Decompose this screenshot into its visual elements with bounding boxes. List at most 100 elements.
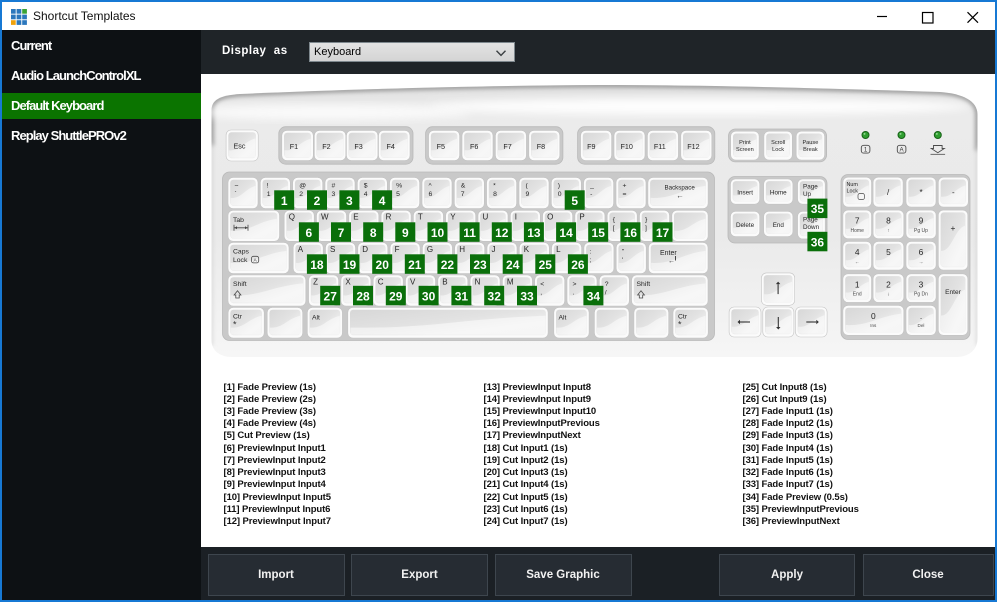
svg-text:): ): [558, 182, 560, 189]
svg-text:Pg Up: Pg Up: [914, 227, 928, 233]
svg-text:`: `: [235, 190, 237, 197]
svg-text:Pg Dn: Pg Dn: [914, 291, 928, 297]
svg-text:*: *: [233, 319, 237, 329]
svg-text:M: M: [507, 277, 514, 286]
svg-text:←: ←: [676, 191, 684, 200]
svg-text:O: O: [547, 212, 553, 221]
svg-text:4: 4: [364, 190, 368, 197]
svg-text:~: ~: [235, 182, 239, 189]
svg-text:Home: Home: [851, 227, 865, 233]
svg-text:Up: Up: [803, 191, 812, 198]
svg-text:↓: ↓: [887, 291, 890, 297]
svg-text:F5: F5: [437, 142, 445, 151]
svg-text:P: P: [579, 212, 584, 221]
svg-text:2: 2: [886, 279, 891, 289]
svg-text:1: 1: [864, 146, 868, 153]
svg-text:32: 32: [488, 289, 502, 303]
svg-text:Lock: Lock: [847, 188, 859, 194]
svg-text:←: ←: [668, 258, 675, 265]
svg-text:11: 11: [463, 225, 476, 239]
svg-text:S: S: [330, 244, 335, 253]
svg-text:@: @: [299, 182, 306, 189]
svg-text:>: >: [573, 281, 577, 288]
svg-text:2: 2: [299, 190, 303, 197]
svg-text:8: 8: [886, 215, 891, 225]
svg-text:28: 28: [356, 289, 370, 303]
svg-text:-: -: [590, 190, 592, 197]
svg-text:F: F: [395, 244, 400, 253]
svg-text:Down: Down: [803, 224, 820, 231]
svg-text:]: ]: [645, 224, 647, 231]
svg-text:&: &: [461, 182, 466, 189]
svg-text:15: 15: [592, 225, 606, 239]
svg-text:,: ,: [540, 289, 542, 296]
svg-text:Enter: Enter: [945, 288, 962, 295]
svg-text:Y: Y: [450, 212, 456, 221]
svg-text:[: [: [613, 224, 615, 231]
svg-text:F10: F10: [621, 142, 633, 151]
svg-text:*: *: [678, 319, 682, 329]
svg-text:<: <: [540, 281, 544, 288]
svg-text:Pause: Pause: [802, 140, 818, 146]
svg-text:Alt: Alt: [559, 314, 567, 321]
svg-text:*: *: [919, 188, 922, 197]
svg-text:Tab: Tab: [233, 216, 244, 223]
svg-text:L: L: [556, 244, 561, 253]
svg-text:V: V: [410, 277, 416, 286]
svg-text:Break: Break: [803, 147, 818, 153]
svg-text:F8: F8: [537, 142, 545, 151]
svg-text:Esc: Esc: [234, 141, 246, 150]
svg-text:End: End: [773, 221, 785, 228]
svg-text:C: C: [378, 277, 384, 286]
svg-text:0: 0: [558, 190, 562, 197]
svg-text:↑: ↑: [887, 227, 890, 233]
svg-text:13: 13: [527, 225, 541, 239]
svg-text:24: 24: [506, 257, 520, 271]
svg-text:3: 3: [919, 279, 924, 289]
svg-text:6: 6: [429, 190, 433, 197]
svg-text:1: 1: [855, 279, 860, 289]
svg-text:23: 23: [473, 257, 487, 271]
svg-text:12: 12: [495, 225, 509, 239]
svg-text:6: 6: [919, 247, 924, 257]
svg-text:*: *: [493, 182, 496, 189]
svg-text:36: 36: [811, 235, 825, 249]
svg-text:+: +: [623, 182, 627, 189]
svg-text:N: N: [475, 277, 481, 286]
svg-text:6: 6: [306, 225, 313, 239]
svg-text:X: X: [345, 277, 351, 286]
svg-text:→: →: [919, 259, 924, 265]
svg-text:1: 1: [281, 193, 288, 207]
svg-text:G: G: [427, 244, 433, 253]
svg-text:Home: Home: [770, 189, 787, 196]
svg-text:Insert: Insert: [737, 189, 753, 196]
svg-text:F11: F11: [654, 142, 666, 151]
svg-text:%: %: [396, 182, 402, 189]
svg-text:Shift: Shift: [637, 281, 651, 288]
svg-text:18: 18: [310, 257, 324, 271]
svg-text:←: ←: [855, 259, 860, 265]
svg-text:5: 5: [571, 193, 578, 207]
svg-text:35: 35: [811, 202, 825, 216]
svg-text:F3: F3: [354, 142, 362, 151]
svg-text:Shift: Shift: [233, 281, 247, 288]
svg-text:Scroll: Scroll: [771, 140, 785, 146]
svg-text:3: 3: [346, 193, 353, 207]
svg-text:F4: F4: [387, 142, 395, 151]
svg-text:5: 5: [396, 190, 400, 197]
svg-text:5: 5: [886, 247, 891, 257]
svg-text:Lock: Lock: [772, 147, 784, 153]
svg-text:F6: F6: [470, 142, 478, 151]
svg-text:F9: F9: [587, 142, 595, 151]
svg-text:4: 4: [379, 193, 386, 207]
svg-text:': ': [622, 257, 623, 264]
svg-text:2: 2: [314, 193, 321, 207]
svg-text:Caps: Caps: [233, 248, 249, 255]
svg-text:21: 21: [408, 257, 422, 271]
svg-text:Lock: Lock: [233, 257, 248, 264]
svg-text:16: 16: [624, 225, 638, 239]
svg-text:K: K: [524, 244, 530, 253]
svg-text:F12: F12: [687, 142, 699, 151]
svg-text:D: D: [362, 244, 368, 253]
svg-text:F1: F1: [290, 142, 298, 151]
